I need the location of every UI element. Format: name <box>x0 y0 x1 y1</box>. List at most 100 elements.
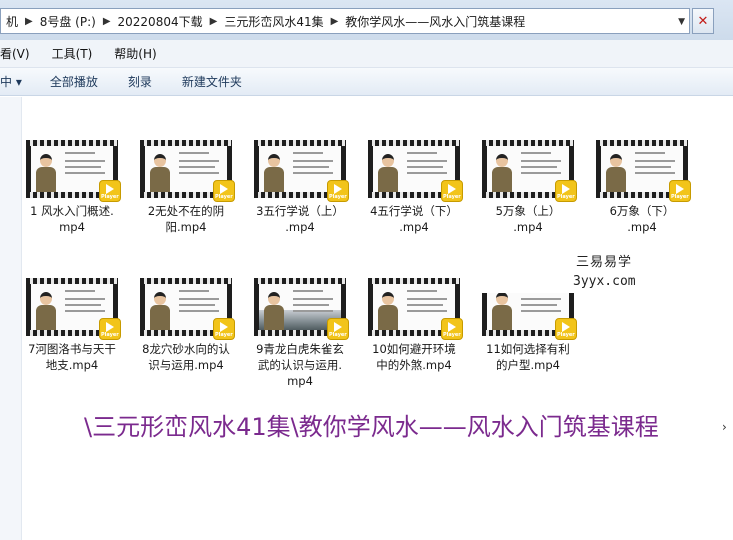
video-thumbnail[interactable]: Player <box>140 140 235 202</box>
video-thumbnail[interactable]: Player <box>368 278 463 340</box>
breadcrumb-downloads[interactable]: 20220804下载 <box>113 13 208 30</box>
file-name-label: 5万象（上） .mp4 <box>478 203 578 235</box>
presenter-image <box>35 154 57 192</box>
new-folder-button[interactable]: 新建文件夹 <box>182 73 242 90</box>
file-item[interactable]: Player 8龙穴砂水向的认 识与运用.mp4 <box>136 278 236 373</box>
file-name-line: .mp4 <box>513 220 543 234</box>
player-play-icon: Player <box>669 180 691 202</box>
breadcrumb-series[interactable]: 三元形峦风水41集 <box>219 13 328 30</box>
file-name-line: 10如何避开环境 <box>372 342 456 356</box>
file-item[interactable]: Player 7河图洛书与天干 地支.mp4 <box>22 278 122 373</box>
menu-tools[interactable]: 工具(T) <box>52 45 93 62</box>
presenter-image <box>263 292 285 330</box>
file-name-line: 中的外煞.mp4 <box>376 358 452 372</box>
player-badge-label: Player <box>557 194 575 200</box>
close-icon[interactable]: ✕ <box>692 8 714 34</box>
file-name-line: 武的认识与运用. <box>257 358 343 372</box>
file-name-label: 3五行学说（上） .mp4 <box>250 203 350 235</box>
breadcrumb-drive[interactable]: 8号盘 (P:) <box>35 13 101 30</box>
file-name-line: 的户型.mp4 <box>496 358 560 372</box>
file-item[interactable]: Player 9青龙白虎朱雀玄 武的认识与运用. mp4 <box>250 278 350 389</box>
navigation-pane[interactable] <box>0 97 22 540</box>
presenter-image <box>491 292 513 330</box>
video-thumbnail[interactable]: Player <box>140 278 235 340</box>
player-play-icon: Player <box>555 318 577 340</box>
breadcrumb-separator-icon[interactable]: ▶ <box>208 16 220 27</box>
file-name-line: 4五行学说（下） <box>370 204 458 218</box>
player-badge-label: Player <box>557 332 575 338</box>
file-name-line: 2无处不在的阴 <box>147 204 225 218</box>
presenter-image <box>605 154 627 192</box>
presenter-image <box>149 292 171 330</box>
breadcrumb-separator-icon[interactable]: ▶ <box>329 16 341 27</box>
video-thumbnail[interactable]: Player <box>368 140 463 202</box>
file-item[interactable]: Player 2无处不在的阴 阳.mp4 <box>136 140 236 235</box>
player-badge-label: Player <box>215 194 233 200</box>
player-play-icon: Player <box>441 318 463 340</box>
address-dropdown-icon[interactable]: ▼ <box>678 17 685 27</box>
command-toolbar: 中 ▾ 全部播放 刻录 新建文件夹 <box>0 68 733 96</box>
file-name-line: 3五行学说（上） <box>256 204 344 218</box>
player-play-icon: Player <box>327 318 349 340</box>
presenter-image <box>263 154 285 192</box>
video-thumbnail[interactable]: Player <box>596 140 691 202</box>
player-play-icon: Player <box>327 180 349 202</box>
file-item[interactable]: Player 5万象（上） .mp4 <box>478 140 578 235</box>
player-badge-label: Player <box>443 332 461 338</box>
video-thumbnail[interactable]: Player <box>482 140 577 202</box>
presenter-image <box>377 154 399 192</box>
file-name-line: mp4 <box>287 374 313 388</box>
file-item[interactable]: Player 10如何避开环境 中的外煞.mp4 <box>364 278 464 373</box>
presenter-image <box>149 154 171 192</box>
player-badge-label: Player <box>215 332 233 338</box>
burn-button[interactable]: 刻录 <box>128 73 152 90</box>
player-badge-label: Player <box>101 194 119 200</box>
breadcrumb-computer[interactable]: 机 <box>1 13 23 30</box>
file-name-label: 7河图洛书与天干 地支.mp4 <box>22 341 122 373</box>
file-item[interactable]: Player 6万象（下） .mp4 <box>592 140 692 235</box>
watermark-url: 3yyx.com <box>573 274 636 289</box>
breadcrumb-separator-icon[interactable]: ▶ <box>101 16 113 27</box>
file-name-label: 6万象（下） .mp4 <box>592 203 692 235</box>
file-item[interactable]: Player 4五行学说（下） .mp4 <box>364 140 464 235</box>
menu-view[interactable]: 看(V) <box>0 45 30 62</box>
file-item[interactable]: Player 1 风水入门概述. mp4 <box>22 140 122 235</box>
video-thumbnail[interactable]: Player <box>254 140 349 202</box>
player-play-icon: Player <box>99 318 121 340</box>
address-bar-area: 机 ▶ 8号盘 (P:) ▶ 20220804下载 ▶ 三元形峦风水41集 ▶ … <box>0 0 733 40</box>
file-name-label: 2无处不在的阴 阳.mp4 <box>136 203 236 235</box>
file-name-line: 5万象（上） <box>495 204 561 218</box>
file-name-line: .mp4 <box>285 220 315 234</box>
breadcrumb-separator-icon[interactable]: ▶ <box>23 16 35 27</box>
player-play-icon: Player <box>99 180 121 202</box>
play-all-button[interactable]: 全部播放 <box>50 73 98 90</box>
presenter-image <box>35 292 57 330</box>
menu-bar: 看(V) 工具(T) 帮助(H) <box>0 40 733 68</box>
file-name-line: 8龙穴砂水向的认 <box>142 342 230 356</box>
address-bar[interactable]: 机 ▶ 8号盘 (P:) ▶ 20220804下载 ▶ 三元形峦风水41集 ▶ … <box>0 8 690 34</box>
file-name-line: 1 风水入门概述. <box>30 204 114 218</box>
breadcrumb-course[interactable]: 教你学风水——风水入门筑基课程 <box>340 13 530 30</box>
video-thumbnail[interactable]: Player <box>254 278 349 340</box>
player-play-icon: Player <box>213 180 235 202</box>
file-name-line: 识与运用.mp4 <box>148 358 224 372</box>
file-name-line: 地支.mp4 <box>45 358 99 372</box>
player-play-icon: Player <box>441 180 463 202</box>
player-badge-label: Player <box>671 194 689 200</box>
presenter-image <box>491 154 513 192</box>
file-name-line: 阳.mp4 <box>165 220 207 234</box>
file-name-line: .mp4 <box>399 220 429 234</box>
file-name-line: 6万象（下） <box>609 204 675 218</box>
organize-button[interactable]: 中 ▾ <box>0 73 22 90</box>
video-thumbnail[interactable]: Player <box>26 278 121 340</box>
player-badge-label: Player <box>329 332 347 338</box>
presenter-image <box>377 292 399 330</box>
player-play-icon: Player <box>555 180 577 202</box>
menu-help[interactable]: 帮助(H) <box>114 45 156 62</box>
video-thumbnail[interactable]: Player <box>26 140 121 202</box>
file-name-line: 9青龙白虎朱雀玄 <box>256 342 344 356</box>
chevron-right-icon[interactable]: › <box>722 420 727 434</box>
file-name-label: 1 风水入门概述. mp4 <box>22 203 122 235</box>
file-item[interactable]: Player 3五行学说（上） .mp4 <box>250 140 350 235</box>
player-badge-label: Player <box>329 194 347 200</box>
